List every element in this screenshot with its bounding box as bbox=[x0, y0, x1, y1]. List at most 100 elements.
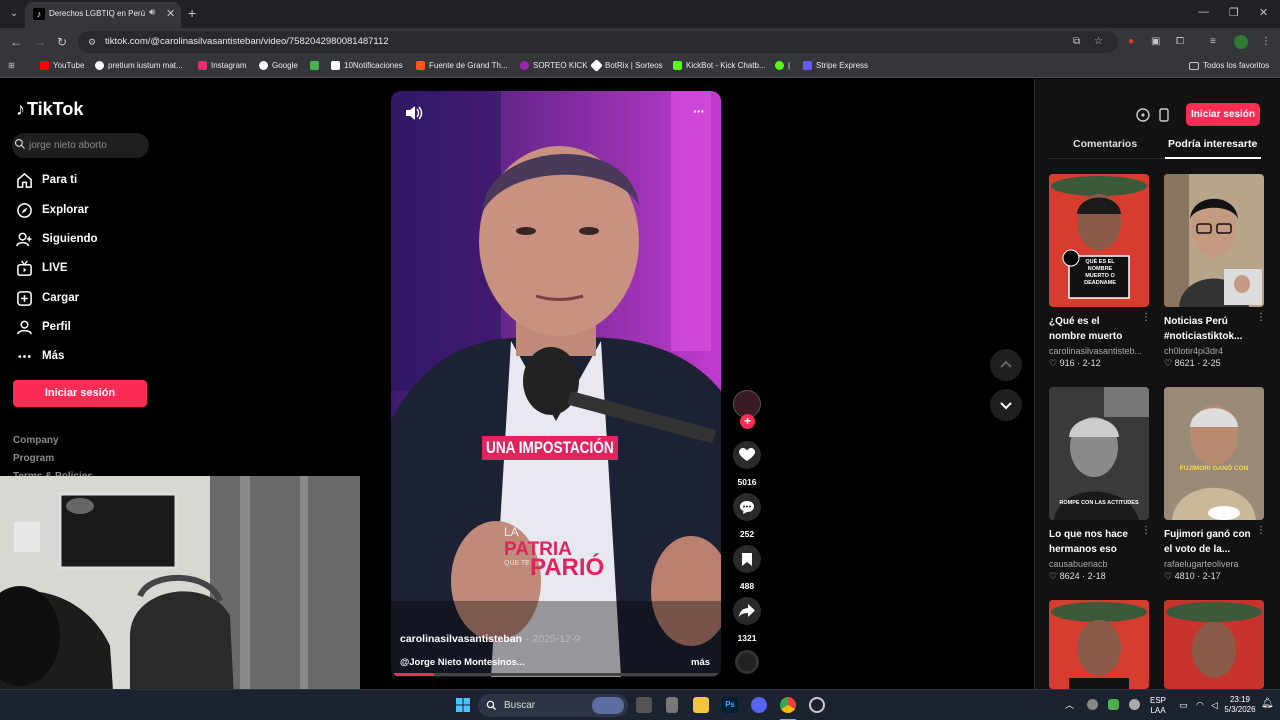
comment-button[interactable] bbox=[733, 493, 761, 521]
previous-video-button[interactable] bbox=[990, 349, 1022, 381]
bookmark-x[interactable]: 10Notificaciones bbox=[331, 61, 403, 70]
close-window-icon[interactable]: ✕ bbox=[1259, 6, 1268, 19]
bookmark-google[interactable]: Google bbox=[259, 61, 298, 70]
speaker-icon[interactable]: ◁ bbox=[1211, 700, 1218, 710]
bookmark-stripe[interactable]: Stripe Express bbox=[803, 61, 868, 70]
tray-app-icon[interactable] bbox=[1108, 699, 1119, 710]
reload-icon[interactable]: ↻ bbox=[57, 35, 67, 49]
windows-start-icon[interactable] bbox=[455, 697, 471, 713]
speaker-icon[interactable]: 🔊︎ bbox=[149, 7, 155, 18]
nav-live[interactable]: LIVE bbox=[16, 258, 68, 278]
chrome-icon[interactable] bbox=[780, 697, 796, 713]
recommended-video-card[interactable]: Noticias Perú #noticiastiktok... ⋮ ch0lo… bbox=[1164, 174, 1266, 369]
bookmark-star-icon[interactable]: ☆ bbox=[1094, 36, 1103, 47]
save-button[interactable] bbox=[733, 545, 761, 573]
forward-icon[interactable]: → bbox=[34, 35, 46, 49]
share-button[interactable] bbox=[733, 597, 761, 625]
video-thumbnail[interactable]: QUÉ ES EL NOMBRE MUERTO O DEADNAME bbox=[1049, 174, 1149, 307]
taskbar-search[interactable]: Buscar bbox=[478, 694, 628, 717]
microphone-icon[interactable] bbox=[1129, 699, 1140, 710]
card-title[interactable]: Noticias Perú #noticiastiktok... bbox=[1164, 314, 1254, 344]
card-title[interactable]: ¿Qué es el nombre muerto o... bbox=[1049, 314, 1139, 344]
bookmark-pretium[interactable]: pretium iustum mat... bbox=[95, 61, 183, 70]
install-app-icon[interactable]: ⧉ bbox=[1073, 36, 1080, 47]
footer-program-link[interactable]: Program bbox=[13, 453, 54, 464]
chrome-menu-icon[interactable]: ⋮ bbox=[1261, 36, 1271, 47]
wifi-icon[interactable]: ◠ bbox=[1196, 700, 1204, 710]
nav-mas[interactable]: Más bbox=[16, 346, 64, 366]
minimize-icon[interactable]: — bbox=[1198, 6, 1209, 18]
tab-search-icon[interactable]: ⌄ bbox=[6, 6, 22, 22]
bookmark-botrix[interactable]: BotRix | Sorteos bbox=[590, 59, 663, 72]
video-thumbnail[interactable]: FUJIMORI GANÓ CON bbox=[1164, 387, 1264, 520]
close-tab-icon[interactable]: ✕ bbox=[166, 7, 175, 20]
nav-perfil[interactable]: Perfil bbox=[16, 317, 71, 337]
card-author[interactable]: ch0lotir4pi3dr4 bbox=[1164, 346, 1264, 356]
browser-tab-active[interactable]: ♪ Derechos LGBTIQ en Perú c 🔊︎ ✕ bbox=[25, 2, 181, 28]
like-button[interactable] bbox=[733, 441, 761, 469]
tiktok-logo[interactable]: ♪ TikTok bbox=[16, 99, 83, 120]
card-more-icon[interactable]: ⋮ bbox=[1141, 312, 1151, 323]
clock[interactable]: 23:19 5/3/2026 bbox=[1222, 695, 1258, 715]
restore-icon[interactable]: ❐ bbox=[1229, 6, 1239, 19]
nav-para-ti[interactable]: Para ti bbox=[16, 170, 77, 190]
bookmark-youtube[interactable]: YouTube bbox=[40, 61, 84, 70]
task-view-icon[interactable] bbox=[636, 697, 652, 713]
tab-comentarios[interactable]: Comentarios bbox=[1073, 138, 1137, 150]
coins-icon[interactable] bbox=[1135, 107, 1151, 123]
video-thumbnail[interactable] bbox=[1049, 600, 1149, 689]
card-author[interactable]: rafaelugarteolivera bbox=[1164, 559, 1264, 569]
description-more-button[interactable]: más bbox=[691, 657, 710, 668]
card-more-icon[interactable]: ⋮ bbox=[1256, 312, 1266, 323]
new-tab-icon[interactable]: + bbox=[188, 5, 196, 21]
obs-icon[interactable] bbox=[809, 697, 825, 713]
login-button[interactable]: Iniciar sesión bbox=[13, 380, 147, 407]
card-title[interactable]: Lo que nos hace hermanos eso se... bbox=[1049, 527, 1139, 557]
url-text[interactable]: tiktok.com/@carolinasilvasantisteban/vid… bbox=[105, 36, 389, 47]
bookmark-unnamed[interactable] bbox=[310, 61, 319, 70]
tab-podria-interesarte[interactable]: Podría interesarte bbox=[1168, 138, 1257, 150]
music-disc-icon[interactable] bbox=[735, 650, 759, 674]
all-favorites-folder[interactable]: Todos los favoritos bbox=[1189, 61, 1269, 70]
tray-overflow-icon[interactable]: ︿ bbox=[1065, 700, 1074, 710]
nav-explorar[interactable]: Explorar bbox=[16, 200, 89, 220]
app-icon[interactable] bbox=[666, 697, 678, 713]
media-controls-icon[interactable]: ≡ bbox=[1210, 36, 1216, 47]
follow-button[interactable]: + bbox=[740, 414, 755, 429]
file-explorer-icon[interactable] bbox=[693, 697, 709, 713]
search-input[interactable]: jorge nieto aborto bbox=[12, 133, 149, 158]
video-thumbnail[interactable]: ROMPE CON LAS ACTITUDES bbox=[1049, 387, 1149, 520]
video-thumbnail[interactable] bbox=[1164, 174, 1264, 307]
discord-icon[interactable] bbox=[751, 697, 767, 713]
tray-app-icon[interactable] bbox=[1087, 699, 1098, 710]
video-player[interactable]: ··· UNA IMPOSTACIÓN LA PATRIA QUE TE PAR… bbox=[391, 91, 721, 677]
video-thumbnail[interactable] bbox=[1164, 600, 1264, 689]
nav-siguiendo[interactable]: Siguiendo bbox=[16, 229, 98, 249]
back-icon[interactable]: ← bbox=[10, 35, 22, 49]
device-icon[interactable] bbox=[1156, 107, 1172, 123]
address-bar[interactable]: ⚙ tiktok.com/@carolinasilvasantisteban/v… bbox=[78, 31, 1118, 53]
profile-avatar[interactable] bbox=[1234, 35, 1248, 49]
volume-icon[interactable] bbox=[405, 105, 423, 121]
bookmark-sorteo-kick[interactable]: SORTEO KICK bbox=[520, 61, 588, 70]
search-icon[interactable] bbox=[14, 138, 26, 150]
card-title[interactable]: Fujimori ganó con el voto de la... bbox=[1164, 527, 1254, 557]
recommended-video-card[interactable]: QUÉ ES EL NOMBRE MUERTO O DEADNAME ¿Qué … bbox=[1049, 174, 1151, 369]
bookmark-gta[interactable]: Fuente de Grand Th... bbox=[416, 61, 508, 70]
card-more-icon[interactable]: ⋮ bbox=[1141, 525, 1151, 536]
header-login-button[interactable]: Iniciar sesión bbox=[1186, 103, 1260, 126]
extension-icon[interactable]: ▣ bbox=[1151, 36, 1160, 47]
photoshop-icon[interactable]: Ps bbox=[722, 697, 738, 713]
recommended-video-card[interactable]: FUJIMORI GANÓ CON Fujimori ganó con el v… bbox=[1164, 387, 1266, 582]
card-more-icon[interactable]: ⋮ bbox=[1256, 525, 1266, 536]
card-author[interactable]: carolinasilvasantisteb... bbox=[1049, 346, 1149, 356]
apps-grid-icon[interactable]: ⊞ bbox=[8, 61, 15, 70]
card-author[interactable]: causabuenacb bbox=[1049, 559, 1149, 569]
extension-icon[interactable]: ● bbox=[1128, 36, 1134, 47]
language-indicator[interactable]: ESP LAA bbox=[1150, 696, 1166, 716]
nav-cargar[interactable]: Cargar bbox=[16, 288, 79, 308]
video-author[interactable]: carolinasilvasantisteban · 2025-12-9 bbox=[400, 633, 580, 645]
footer-company-link[interactable]: Company bbox=[13, 435, 59, 446]
video-progress-bar[interactable] bbox=[391, 673, 721, 676]
bookmark-10[interactable]: | bbox=[775, 61, 790, 70]
